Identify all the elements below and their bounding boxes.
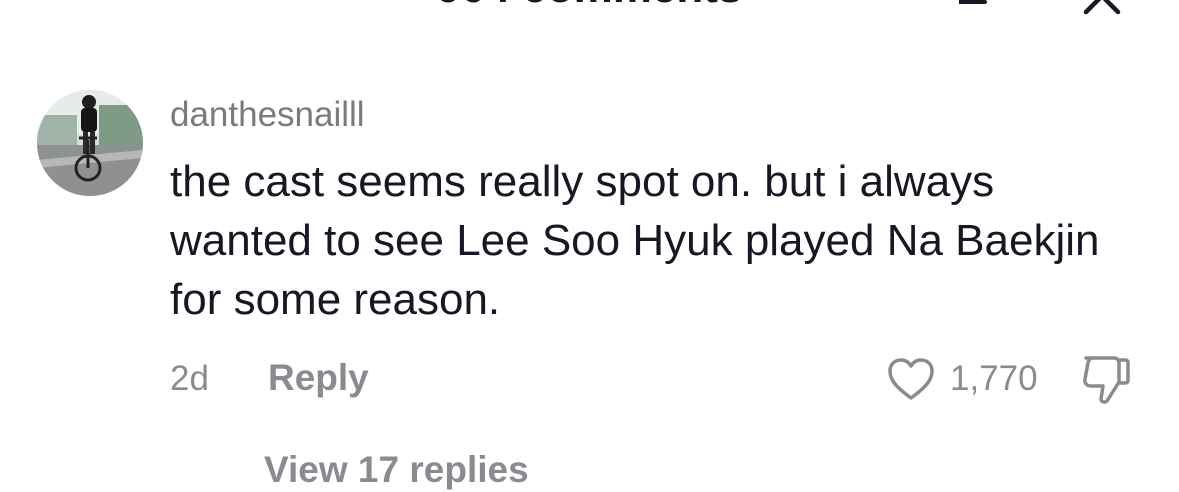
comment-username[interactable]: danthesnailll xyxy=(170,94,365,136)
reply-button[interactable]: Reply xyxy=(268,356,369,400)
thumbs-down-icon[interactable] xyxy=(1080,352,1132,406)
comment-timestamp: 2d xyxy=(170,359,209,398)
comment-text: the cast seems really spot on. but i alw… xyxy=(170,157,1100,324)
heart-icon[interactable] xyxy=(886,356,936,402)
user-avatar[interactable] xyxy=(37,90,143,196)
filter-icon[interactable] xyxy=(958,0,988,10)
view-replies-button[interactable]: View 17 replies xyxy=(264,448,529,492)
comments-count-title: 904 comments xyxy=(0,0,1179,12)
like-count: 1,770 xyxy=(950,359,1038,398)
close-icon[interactable] xyxy=(1082,0,1122,16)
